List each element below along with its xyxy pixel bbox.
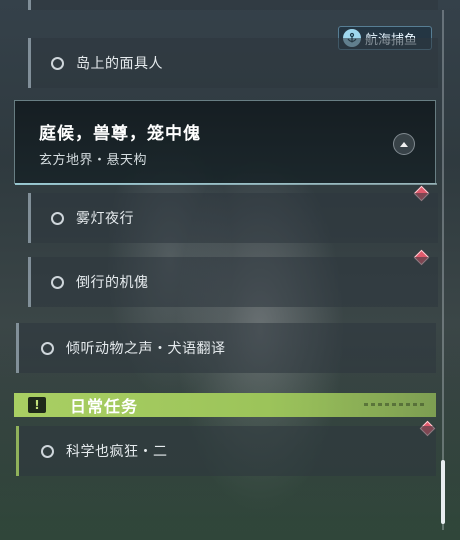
status-circle-icon bbox=[41, 444, 54, 458]
status-circle-icon bbox=[51, 275, 64, 289]
daily-tasks-header: ! 日常任务 bbox=[14, 393, 436, 417]
quest-label: 倾听动物之声・犬语翻译 bbox=[66, 341, 226, 357]
header-decoration bbox=[364, 403, 424, 406]
quest-item-reverse-puppet[interactable]: 倒行的机傀 bbox=[28, 257, 438, 307]
quest-label: 雾灯夜行 bbox=[76, 211, 134, 227]
scrollbar-track[interactable] bbox=[442, 10, 444, 530]
quest-item-crazy-science[interactable]: 科学也疯狂・二 bbox=[16, 426, 436, 476]
chevron-up-icon bbox=[400, 141, 408, 147]
active-underline bbox=[15, 183, 437, 185]
quest-item-partial[interactable] bbox=[28, 0, 438, 10]
quest-label: 科学也疯狂・二 bbox=[66, 444, 168, 460]
active-quest-location: 玄方地界・悬天构 bbox=[39, 153, 148, 168]
status-circle-icon bbox=[51, 211, 64, 225]
status-circle-icon bbox=[51, 56, 64, 70]
active-quest-title: 庭候，兽尊，笼中傀 bbox=[39, 124, 201, 144]
alert-icon: ! bbox=[28, 397, 46, 413]
quest-label: 倒行的机傀 bbox=[76, 275, 149, 291]
collapse-button[interactable] bbox=[393, 133, 415, 155]
active-quest-card[interactable]: 庭候，兽尊，笼中傀 玄方地界・悬天构 bbox=[14, 100, 437, 185]
daily-tasks-title: 日常任务 bbox=[70, 397, 139, 416]
scrollbar-thumb[interactable] bbox=[441, 460, 445, 524]
quest-item-masked-man[interactable]: 岛上的面具人 bbox=[28, 38, 438, 88]
quest-label: 岛上的面具人 bbox=[76, 56, 163, 72]
quest-item-animal-voices[interactable]: 倾听动物之声・犬语翻译 bbox=[16, 323, 436, 373]
quest-item-fog-lamp[interactable]: 雾灯夜行 bbox=[28, 193, 438, 243]
status-circle-icon bbox=[41, 341, 54, 355]
